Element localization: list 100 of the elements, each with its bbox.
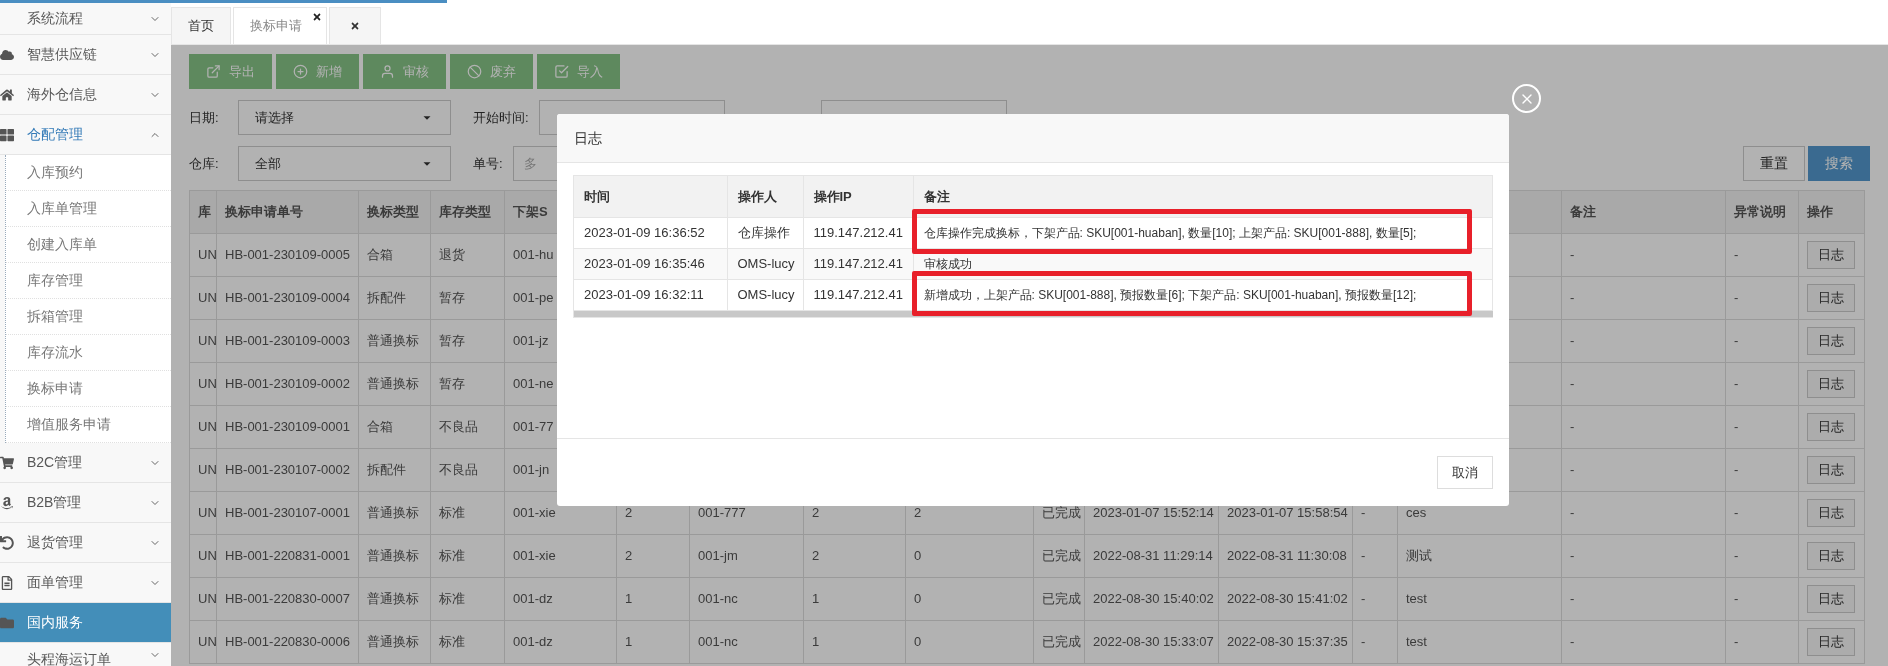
letter-a-icon	[0, 495, 14, 510]
column-header: 操作IP	[803, 176, 913, 217]
column-header: 操作人	[727, 176, 803, 217]
table-cell: 2022-08-30 15:33:07	[1084, 620, 1219, 664]
table-cell: -	[1725, 405, 1799, 449]
table-cell: -	[1561, 362, 1726, 406]
filter-label: 仓库:	[189, 154, 220, 173]
table-cell: -	[1725, 577, 1799, 621]
table-cell: -	[1561, 534, 1726, 578]
table-cell: OMS-lucy	[727, 279, 803, 310]
table-cell: 1	[616, 620, 690, 664]
table-cell: 2022-08-31 11:29:14	[1084, 534, 1219, 578]
import-icon	[554, 64, 569, 79]
table-cell: 不良品	[430, 448, 505, 492]
table-cell: 新增成功，上架产品: SKU[001-888], 预报数量[6]; 下架产品: SKU[001-huaban], 预报数量[12];	[923, 287, 1417, 302]
close-icon[interactable]	[312, 12, 322, 22]
order-link[interactable]: HB-001-220830-0006	[216, 620, 359, 664]
table-cell: 001-nc	[689, 620, 804, 664]
table-cell: -	[1561, 233, 1726, 277]
order-link[interactable]: HB-001-230107-0001	[216, 491, 359, 535]
cloud-icon	[0, 47, 14, 62]
table-cell: 暂存	[430, 276, 505, 320]
order-link[interactable]: HB-001-220831-0001	[216, 534, 359, 578]
filter-label: 日期:	[189, 108, 220, 127]
table-cell: 普通换标	[358, 491, 431, 535]
order-link[interactable]: HB-001-230109-0002	[216, 362, 359, 406]
table-cell: 标准	[430, 491, 505, 535]
table-cell: -	[1725, 362, 1799, 406]
table-cell: -	[1725, 233, 1799, 277]
column-header: 备注	[1561, 190, 1726, 234]
grid-icon	[0, 127, 14, 142]
table-cell: UN	[189, 491, 217, 535]
sidebar-item[interactable]: 国内服务	[0, 603, 171, 643]
tab[interactable]: 换标申请	[233, 7, 327, 44]
table-cell: 2022-08-30 15:41:02	[1218, 577, 1353, 621]
table-cell: 标准	[430, 534, 505, 578]
filter-label: 开始时间:	[473, 108, 529, 127]
plus-circle-icon	[293, 64, 308, 79]
cart-icon	[0, 455, 14, 470]
table-cell: 测试	[1397, 534, 1562, 578]
select-field[interactable]: 全部	[238, 146, 451, 181]
search-button[interactable]: 搜索	[1808, 146, 1870, 181]
table-cell: -	[1725, 620, 1799, 664]
log-button[interactable]: 日志	[1807, 284, 1855, 312]
select-field[interactable]: 请选择	[238, 100, 451, 135]
table-cell: UN	[189, 319, 217, 363]
log-button[interactable]: 日志	[1807, 542, 1855, 570]
table-cell: 仓库操作完成换标，下架产品: SKU[001-huaban], 数量[10]; 上架产品: SKU[001-888], 数量[5];	[923, 225, 1417, 240]
order-link[interactable]: HB-001-230109-0004	[216, 276, 359, 320]
table-cell: 已完成	[1033, 577, 1085, 621]
table-cell: -	[1352, 577, 1398, 621]
cancel-button[interactable]: 取消	[1437, 456, 1493, 489]
table-cell: -	[1561, 448, 1726, 492]
table-cell: 已完成	[1033, 620, 1085, 664]
table-cell: 2023-01-09 16:36:52	[574, 217, 727, 248]
table-cell: -	[1352, 620, 1398, 664]
folder-icon	[0, 615, 14, 630]
table-cell: -	[1725, 534, 1799, 578]
order-link[interactable]: HB-001-230107-0002	[216, 448, 359, 492]
table-cell: 2023-01-09 16:32:11	[574, 279, 727, 310]
reset-button[interactable]: 重置	[1743, 146, 1805, 181]
order-link[interactable]: HB-001-220830-0007	[216, 577, 359, 621]
log-button[interactable]: 日志	[1807, 327, 1855, 355]
log-button[interactable]: 日志	[1807, 370, 1855, 398]
order-link[interactable]: HB-001-230109-0005	[216, 233, 359, 277]
table-cell: 1	[616, 577, 690, 621]
table-cell: 119.147.212.41	[803, 248, 913, 279]
log-button[interactable]: 日志	[1807, 628, 1855, 656]
table-cell: 已完成	[1033, 534, 1085, 578]
table-cell: UN	[189, 233, 217, 277]
table-cell: 001-dz	[504, 577, 617, 621]
table-cell: 拆配件	[358, 276, 431, 320]
log-button[interactable]: 日志	[1807, 413, 1855, 441]
table-cell: 2022-08-30 15:37:35	[1218, 620, 1353, 664]
table-cell: 2	[616, 534, 690, 578]
table-cell: -	[1725, 276, 1799, 320]
log-button[interactable]: 日志	[1807, 456, 1855, 484]
column-header: 库存类型	[430, 190, 505, 234]
table-cell: -	[1725, 491, 1799, 535]
log-button[interactable]: 日志	[1807, 585, 1855, 613]
table-cell: 合箱	[358, 405, 431, 449]
table-cell: UN	[189, 276, 217, 320]
table-cell: 合箱	[358, 233, 431, 277]
dialog-title: 日志	[574, 128, 602, 148]
table-cell: -	[1561, 276, 1726, 320]
tab[interactable]: 首页	[171, 7, 231, 44]
scrollbar[interactable]	[574, 310, 1493, 317]
table-cell: 001-nc	[689, 577, 804, 621]
table-cell: UN	[189, 620, 217, 664]
table-cell: 1	[803, 577, 906, 621]
order-link[interactable]: HB-001-230109-0003	[216, 319, 359, 363]
log-button[interactable]: 日志	[1807, 499, 1855, 527]
table-cell: OMS-lucy	[727, 248, 803, 279]
log-button[interactable]: 日志	[1807, 241, 1855, 269]
table-cell: -	[1561, 577, 1726, 621]
undo-icon	[0, 535, 14, 550]
order-link[interactable]: HB-001-230109-0001	[216, 405, 359, 449]
table-cell: 普通换标	[358, 534, 431, 578]
slash-circle-icon	[467, 64, 482, 79]
table-cell: 119.147.212.41	[803, 279, 913, 310]
